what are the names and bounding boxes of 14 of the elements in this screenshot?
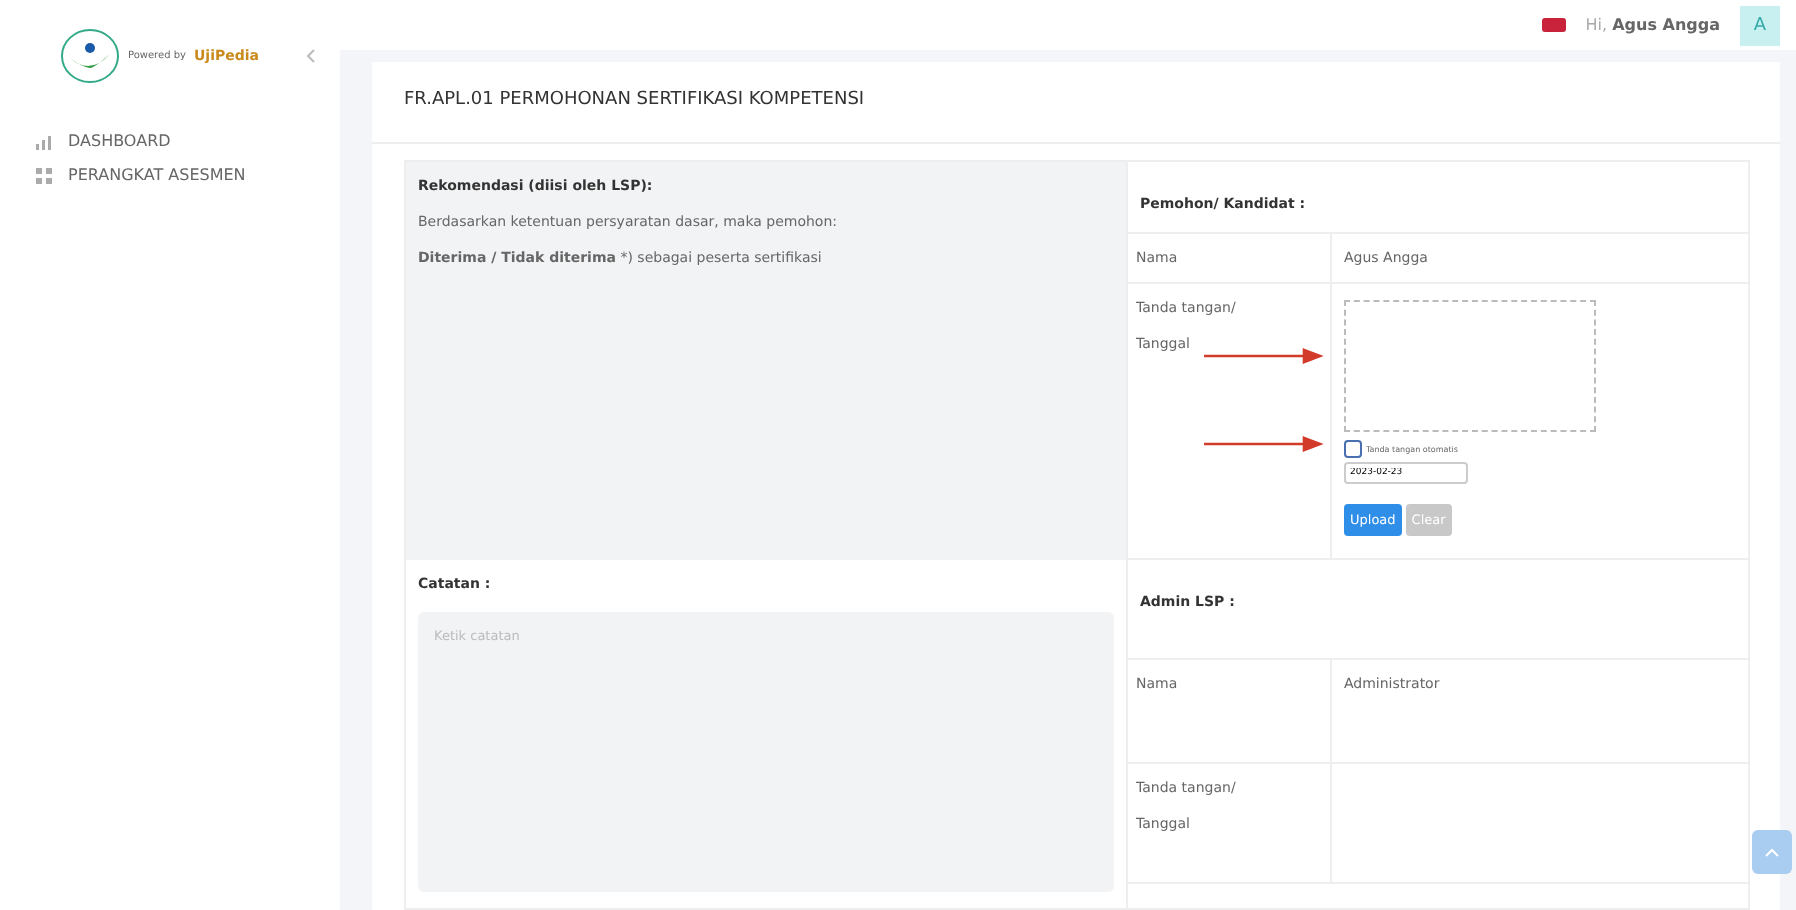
sidebar-item[interactable]: DASHBOARD xyxy=(36,132,340,150)
logo-icon xyxy=(60,28,120,84)
scroll-top-button[interactable] xyxy=(1752,830,1792,874)
arrow-icon xyxy=(1204,348,1324,364)
signature-pad[interactable] xyxy=(1344,300,1596,432)
chevron-left-icon[interactable] xyxy=(306,48,316,64)
flag-icon[interactable] xyxy=(1541,18,1566,32)
sidebar-item[interactable]: PERANGKAT ASESMEN xyxy=(36,166,340,184)
chevron-up-icon xyxy=(1764,847,1780,857)
bar-chart-icon xyxy=(36,133,52,149)
grid-icon xyxy=(36,167,52,183)
page-title: FR.APL.01 PERMOHONAN SERTIFIKASI KOMPETENSI xyxy=(372,62,1780,144)
user-greeting[interactable]: Hi, Agus Angga xyxy=(1585,16,1720,34)
arrow-icon xyxy=(1204,436,1324,452)
